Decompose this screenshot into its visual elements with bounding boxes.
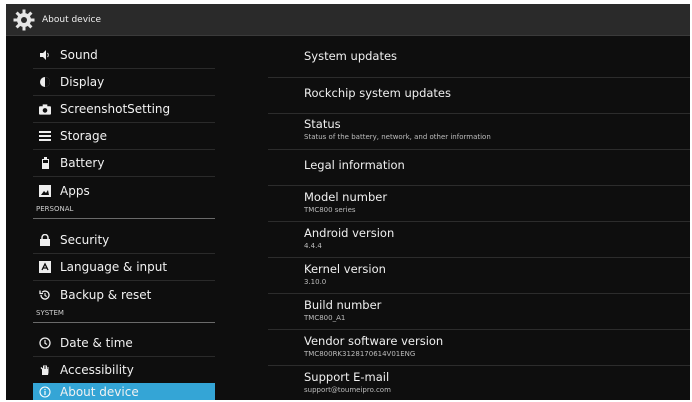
- sidebar-item-label: Accessibility: [60, 363, 134, 377]
- list-item-rockchip-updates[interactable]: Rockchip system updates: [268, 78, 690, 114]
- sidebar-item-label: Battery: [60, 156, 105, 170]
- sidebar-item-language-input[interactable]: Language & input: [33, 254, 215, 281]
- list-item-status[interactable]: Status Status of the battery, network, a…: [268, 114, 690, 150]
- row-title: Vendor software version: [304, 334, 444, 348]
- storage-icon: [39, 130, 51, 142]
- sidebar-item-storage[interactable]: Storage: [33, 123, 215, 150]
- sidebar-item-label: ScreenshotSetting: [60, 102, 171, 116]
- list-item-system-updates[interactable]: System updates: [268, 42, 690, 78]
- section-header-personal: PERSONAL: [33, 205, 215, 219]
- row-title: Build number: [304, 298, 382, 312]
- apps-icon: [39, 184, 51, 197]
- row-subtitle: 3.10.0: [304, 278, 327, 286]
- row-subtitle: 4.4.4: [304, 242, 322, 250]
- clock-icon: [39, 337, 51, 349]
- sidebar-item-display[interactable]: Display: [33, 69, 215, 96]
- sidebar-item-screenshotsetting[interactable]: ScreenshotSetting: [33, 96, 215, 123]
- keyboard-icon: [39, 261, 51, 273]
- row-title: Kernel version: [304, 262, 386, 276]
- list-item-android-version[interactable]: Android version 4.4.4: [268, 222, 690, 258]
- list-item-kernel-version[interactable]: Kernel version 3.10.0: [268, 258, 690, 294]
- sidebar-item-label: Security: [60, 233, 110, 247]
- lock-icon: [39, 234, 51, 246]
- sidebar-item-label: Date & time: [60, 336, 133, 350]
- list-item-build-number[interactable]: Build number TMC800_A1: [268, 294, 690, 330]
- sidebar-item-label: Display: [60, 75, 105, 89]
- battery-icon: [39, 157, 51, 169]
- sidebar-item-accessibility[interactable]: Accessibility: [33, 357, 215, 384]
- volume-icon: [39, 49, 51, 61]
- sidebar-item-backup-reset[interactable]: Backup & reset: [33, 281, 215, 308]
- action-bar: About device: [6, 4, 690, 36]
- sidebar: Sound Display ScreenshotSetting Storage: [33, 42, 215, 400]
- sidebar-item-label: Language & input: [60, 260, 168, 274]
- sidebar-item-security[interactable]: Security: [33, 227, 215, 254]
- row-title: Status: [304, 117, 341, 131]
- sidebar-item-label: Backup & reset: [60, 287, 152, 302]
- info-icon: [39, 385, 51, 398]
- backup-icon: [39, 289, 51, 301]
- list-item-support-email[interactable]: Support E-mail support@toumeipro.com: [268, 366, 690, 400]
- camera-icon: [39, 103, 51, 115]
- row-title: Model number: [304, 190, 388, 204]
- sidebar-item-label: Sound: [60, 48, 98, 62]
- sidebar-item-battery[interactable]: Battery: [33, 150, 215, 177]
- sidebar-item-date-time[interactable]: Date & time: [33, 330, 215, 357]
- sidebar-item-apps[interactable]: Apps: [33, 177, 215, 204]
- sidebar-item-about-device[interactable]: About device: [33, 383, 215, 400]
- sidebar-item-label: Storage: [60, 129, 107, 143]
- row-title: Rockchip system updates: [304, 86, 451, 100]
- sidebar-item-sound[interactable]: Sound: [33, 42, 215, 69]
- brightness-icon: [39, 76, 51, 88]
- row-title: Support E-mail: [304, 370, 390, 384]
- list-item-model-number[interactable]: Model number TMC800 series: [268, 186, 690, 222]
- row-subtitle: Status of the battery, network, and othe…: [304, 133, 491, 141]
- row-subtitle: TMC800_A1: [304, 314, 346, 322]
- section-header-system: SYSTEM: [33, 309, 215, 323]
- row-title: Android version: [304, 226, 395, 240]
- hand-icon: [39, 364, 51, 376]
- row-title: Legal information: [304, 158, 405, 172]
- row-title: System updates: [304, 49, 398, 63]
- settings-screen: About device Sound Display ScreenshotSet…: [6, 4, 690, 400]
- page-title: About device: [42, 14, 102, 25]
- sidebar-item-label: About device: [60, 384, 139, 399]
- row-subtitle: support@toumeipro.com: [304, 386, 391, 394]
- row-subtitle: TMC800 series: [304, 206, 356, 214]
- gear-icon[interactable]: [12, 8, 36, 32]
- row-subtitle: TMC800RK3128170614V01ENG: [304, 350, 416, 358]
- sidebar-item-label: Apps: [60, 183, 90, 198]
- list-item-legal-information[interactable]: Legal information: [268, 150, 690, 186]
- list-item-vendor-software-version[interactable]: Vendor software version TMC800RK31281706…: [268, 330, 690, 366]
